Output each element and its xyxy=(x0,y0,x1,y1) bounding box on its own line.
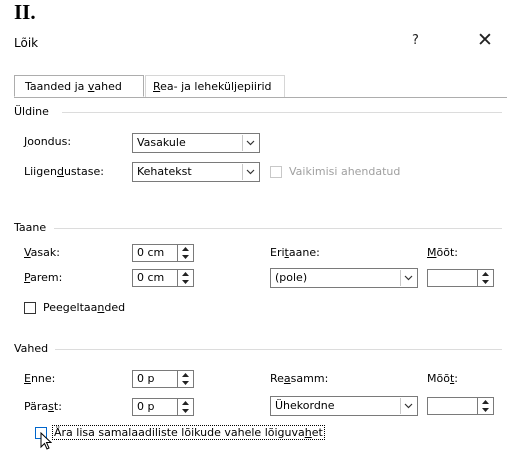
indent-by-spinner[interactable] xyxy=(478,269,494,287)
spacing-before-input[interactable]: 0 p xyxy=(132,370,178,388)
chevron-down-icon xyxy=(242,135,258,151)
help-button[interactable]: ? xyxy=(412,33,419,48)
mirror-indents-label: Peegeltaanded xyxy=(43,301,126,314)
line-spacing-at-input[interactable] xyxy=(427,397,478,415)
special-indent-label: Eritaane: xyxy=(270,246,320,259)
section-divider xyxy=(54,228,502,229)
line-spacing-at-spinner[interactable] xyxy=(478,397,494,415)
outline-level-label: Liigendustase: xyxy=(24,165,104,178)
tab-indents-and-spacing[interactable]: Taanded ja vahed xyxy=(14,75,144,97)
spin-up-icon[interactable] xyxy=(178,399,193,407)
spin-up-icon[interactable] xyxy=(478,270,493,278)
spin-down-icon[interactable] xyxy=(178,253,193,261)
line-spacing-select[interactable]: Ühekordne xyxy=(270,396,418,416)
line-spacing-at-label: Mõõt: xyxy=(427,372,458,385)
right-indent-label: Parem: xyxy=(24,271,63,284)
tab-label: Taanded ja xyxy=(25,80,88,93)
alignment-label: Joondus: xyxy=(24,135,72,148)
tab-line-and-page-breaks[interactable]: Rea- ja leheküljepiirid xyxy=(145,75,285,97)
spin-up-icon[interactable] xyxy=(178,270,193,278)
spacing-after-spinner[interactable] xyxy=(178,398,194,416)
tab-label: ea- ja leheküljepiirid xyxy=(160,80,272,93)
section-indentation-label: Taane xyxy=(14,221,47,234)
spin-down-icon[interactable] xyxy=(178,379,193,387)
special-indent-value: (pole) xyxy=(275,271,308,284)
spin-down-icon[interactable] xyxy=(478,406,493,414)
spin-down-icon[interactable] xyxy=(178,407,193,415)
spacing-after-input[interactable]: 0 p xyxy=(132,398,178,416)
alignment-value: Vasakule xyxy=(137,136,186,149)
dialog-title: Lõik xyxy=(14,36,39,50)
section-spacing-label: Vahed xyxy=(14,342,49,355)
spin-up-icon[interactable] xyxy=(478,398,493,406)
spacing-after-label: Pärast: xyxy=(24,400,62,413)
dont-add-space-label: Ära lisa samalaadiliste lõikude vahele l… xyxy=(52,425,325,440)
outline-level-select[interactable]: Kehatekst xyxy=(132,162,260,182)
tab-label: ahed xyxy=(94,80,122,93)
mirror-indents-checkbox[interactable] xyxy=(24,302,36,314)
outline-level-value: Kehatekst xyxy=(137,165,192,178)
collapsed-by-default-checkbox[interactable] xyxy=(270,166,282,178)
left-indent-spinner[interactable] xyxy=(178,244,194,262)
spacing-before-label: Enne: xyxy=(24,372,56,385)
right-indent-spinner[interactable] xyxy=(178,269,194,287)
line-spacing-label: Reasamm: xyxy=(270,372,329,385)
right-indent-input[interactable]: 0 cm xyxy=(132,269,178,287)
collapsed-by-default-label: Vaikimisi ahendatud xyxy=(289,165,401,178)
close-button[interactable]: ✕ xyxy=(477,29,493,51)
close-icon: ✕ xyxy=(477,29,493,51)
section-divider xyxy=(55,349,502,350)
chevron-down-icon xyxy=(400,270,416,286)
spin-up-icon[interactable] xyxy=(178,245,193,253)
line-spacing-value: Ühekordne xyxy=(275,399,335,412)
chevron-down-icon xyxy=(242,164,258,180)
alignment-select[interactable]: Vasakule xyxy=(132,133,260,153)
special-indent-select[interactable]: (pole) xyxy=(270,268,418,288)
chevron-down-icon xyxy=(400,398,416,414)
spin-down-icon[interactable] xyxy=(478,278,493,286)
indent-by-label: Mõõt: xyxy=(427,246,458,259)
left-indent-input[interactable]: 0 cm xyxy=(132,244,178,262)
spin-down-icon[interactable] xyxy=(178,278,193,286)
indent-by-input[interactable] xyxy=(427,269,478,287)
document-heading: II. xyxy=(14,0,36,24)
spacing-before-spinner[interactable] xyxy=(178,370,194,388)
section-general-label: Üldine xyxy=(14,105,49,118)
spin-up-icon[interactable] xyxy=(178,371,193,379)
left-indent-label: Vasak: xyxy=(24,246,60,259)
section-divider xyxy=(62,112,502,113)
